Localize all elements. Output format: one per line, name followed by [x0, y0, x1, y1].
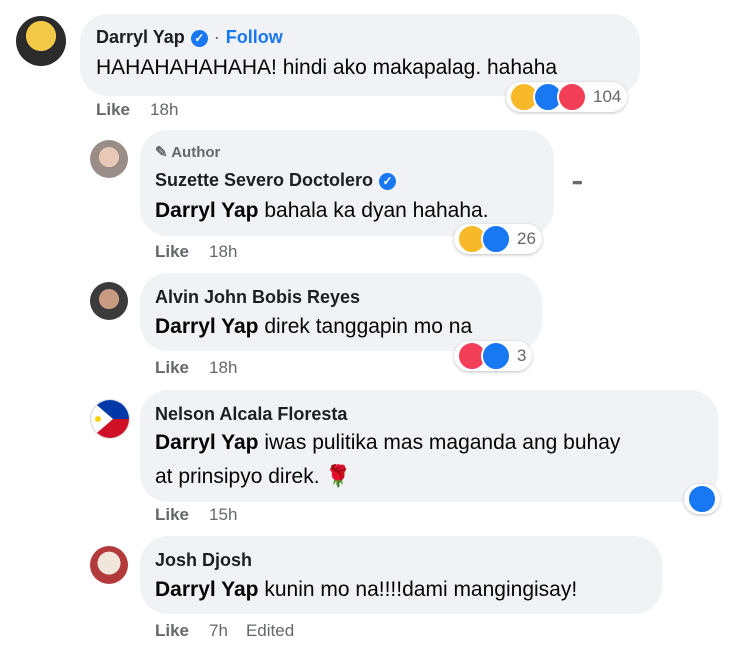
- comment-author[interactable]: Suzette Severo Doctolero ✓: [155, 170, 397, 191]
- timestamp[interactable]: 18h: [209, 242, 237, 261]
- timestamp[interactable]: 15h: [209, 505, 237, 524]
- comment-text: Darryl Yap iwas pulitika mas maganda ang…: [155, 431, 621, 454]
- mention-link[interactable]: Darryl Yap: [155, 578, 259, 601]
- verified-badge-icon: ✓: [379, 172, 397, 190]
- timestamp[interactable]: 18h: [209, 358, 237, 377]
- comment-actions: Like 18h: [155, 242, 237, 262]
- avatar-josh[interactable]: [90, 546, 128, 584]
- verified-badge-icon: ✓: [190, 29, 208, 47]
- like-button[interactable]: Like: [96, 100, 130, 119]
- comment-author[interactable]: Alvin John Bobis Reyes: [155, 287, 360, 308]
- like-button[interactable]: Like: [155, 242, 189, 261]
- like-button[interactable]: Like: [155, 358, 189, 377]
- comment-actions: Like 7h Edited: [155, 621, 294, 641]
- reaction-summary[interactable]: 26: [454, 224, 542, 254]
- comment-author[interactable]: Darryl Yap ✓ · Follow: [96, 27, 283, 48]
- comment-text: HAHAHAHAHAHA! hindi ako makapalag. hahah…: [96, 56, 558, 79]
- philippine-flag-icon: [91, 400, 129, 438]
- reaction-count: 26: [517, 229, 536, 248]
- comment-actions: Like 15h: [155, 505, 237, 525]
- comment-actions: Like 18h: [155, 358, 237, 378]
- reaction-summary[interactable]: [684, 484, 720, 514]
- like-button[interactable]: Like: [155, 505, 189, 524]
- reaction-summary[interactable]: 3: [454, 341, 533, 371]
- comment-text-line2: at prinsipyo direk. 🌹: [155, 465, 352, 488]
- like-reaction-icon: [687, 484, 717, 514]
- reaction-count: 3: [517, 346, 527, 365]
- edited-label: Edited: [245, 621, 295, 640]
- comment-author[interactable]: Josh Djosh: [155, 550, 252, 571]
- mention-link[interactable]: Darryl Yap: [155, 315, 259, 338]
- timestamp[interactable]: 7h: [209, 621, 228, 640]
- timestamp[interactable]: 18h: [150, 100, 178, 119]
- avatar-suzette[interactable]: [90, 140, 128, 178]
- mention-link[interactable]: Darryl Yap: [155, 431, 259, 454]
- avatar-darryl-yap[interactable]: [16, 16, 66, 66]
- author-name[interactable]: Darryl Yap: [96, 27, 185, 47]
- pencil-icon: ✎: [155, 144, 168, 161]
- comment-actions: Like 18h: [96, 100, 178, 120]
- comment-text: Darryl Yap bahala ka dyan hahaha.: [155, 199, 489, 222]
- comment-author[interactable]: Nelson Alcala Floresta: [155, 404, 347, 425]
- mention-link[interactable]: Darryl Yap: [155, 199, 259, 222]
- comment-text: Darryl Yap direk tanggapin mo na: [155, 315, 473, 338]
- like-button[interactable]: Like: [155, 621, 189, 640]
- author-badge: ✎ Author: [155, 144, 221, 161]
- avatar-nelson[interactable]: [90, 399, 130, 439]
- follow-button[interactable]: Follow: [226, 27, 283, 47]
- reaction-count: 104: [593, 87, 622, 106]
- like-reaction-icon: [481, 341, 511, 371]
- author-name[interactable]: Suzette Severo Doctolero: [155, 170, 373, 190]
- like-reaction-icon: [481, 224, 511, 254]
- love-reaction-icon: [557, 82, 587, 112]
- more-options-icon[interactable]: •••: [572, 174, 583, 190]
- reaction-summary[interactable]: 104: [506, 82, 628, 112]
- comment-text: Darryl Yap kunin mo na!!!!dami mangingis…: [155, 578, 578, 601]
- avatar-alvin[interactable]: [90, 282, 128, 320]
